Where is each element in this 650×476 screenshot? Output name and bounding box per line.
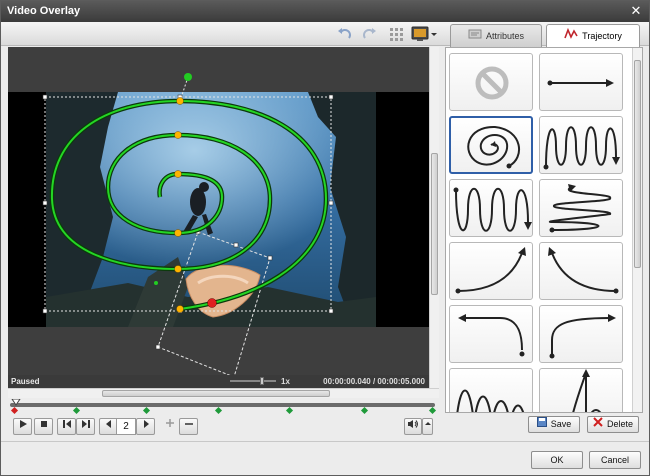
delete-button[interactable]: Delete: [587, 416, 639, 433]
curve-up-left-preset[interactable]: [539, 242, 623, 300]
keyframe-marker[interactable]: [428, 406, 437, 415]
keyframe-marker[interactable]: [10, 406, 19, 415]
stop-icon: [40, 421, 47, 427]
wave-down-icon: [453, 187, 532, 232]
curve-up-right-preset[interactable]: [449, 242, 533, 300]
delete-button-label: Delete: [606, 419, 633, 429]
add-keyframe-button[interactable]: [160, 418, 179, 435]
video-canvas[interactable]: [8, 47, 429, 380]
triangle-up-icon: [424, 422, 431, 425]
save-button[interactable]: Save: [528, 416, 580, 433]
current-position-point[interactable]: [207, 298, 217, 308]
play-icon: [19, 420, 27, 428]
spiral-icon: [467, 125, 520, 169]
no-trajectory-icon: [475, 66, 509, 100]
bounce-arrow-preset[interactable]: [539, 368, 623, 412]
title-bar: Video Overlay ✕: [1, 1, 649, 22]
remove-keyframe-button[interactable]: [179, 418, 198, 435]
video-vertical-scrollbar[interactable]: [429, 47, 439, 388]
curve-down-up-preset[interactable]: [539, 305, 623, 363]
window-title: Video Overlay: [7, 5, 81, 17]
spiral-preset[interactable]: [449, 116, 533, 174]
curve-up-right-icon: [455, 247, 526, 294]
next-frame-button[interactable]: [136, 418, 155, 435]
playback-controls: 2: [8, 418, 437, 436]
straight-line-preset[interactable]: [539, 53, 623, 111]
close-icon[interactable]: ✕: [629, 4, 643, 18]
play-button[interactable]: [13, 418, 32, 435]
toolbar: Attributes Trajectory: [1, 22, 649, 48]
curve-down-up-icon: [549, 314, 616, 359]
grid-icon[interactable]: [388, 26, 406, 42]
video-horizontal-scrollbar[interactable]: [8, 388, 439, 398]
keyframe-marker[interactable]: [142, 406, 151, 415]
preview-monitor-icon[interactable]: [411, 26, 429, 42]
keyframe-marker[interactable]: [285, 406, 294, 415]
playback-time: 00:00:00.040 / 00:00:05.000: [323, 377, 425, 386]
zoom-slider[interactable]: [230, 380, 276, 382]
trajectory-presets-panel: [445, 47, 643, 413]
attributes-icon: [468, 26, 482, 48]
player-status-bar: Paused 1x 00:00:00.040 / 00:00:05.000: [8, 375, 429, 388]
arrow-right-icon: [143, 420, 149, 428]
vertical-wave-icon: [543, 126, 620, 170]
curve-left-down-icon: [458, 314, 525, 357]
arrow-left-icon: [105, 420, 111, 428]
presets-scrollbar[interactable]: [632, 48, 642, 412]
timeline[interactable]: [8, 399, 437, 418]
keyframe-marker[interactable]: [72, 406, 81, 415]
tab-trajectory[interactable]: Trajectory: [546, 24, 640, 48]
volume-button[interactable]: [404, 418, 422, 435]
bounce-preset[interactable]: [449, 368, 533, 412]
keyframe-marker[interactable]: [360, 406, 369, 415]
minus-icon: [184, 423, 193, 425]
no-trajectory-preset[interactable]: [449, 53, 533, 111]
skip-forward-icon: [81, 420, 90, 428]
stop-button[interactable]: [34, 418, 53, 435]
plus-icon: [165, 419, 174, 427]
straight-arrow-icon: [547, 79, 614, 87]
ok-button[interactable]: OK: [531, 451, 583, 469]
undo-icon[interactable]: [336, 26, 354, 42]
bounce-icon: [456, 389, 524, 412]
tab-trajectory-label: Trajectory: [582, 31, 622, 41]
tab-attributes-label: Attributes: [485, 31, 525, 41]
save-button-label: Save: [550, 419, 572, 429]
redo-icon[interactable]: [360, 26, 378, 42]
video-overlay-window: Video Overlay ✕ Attributes Trajectory Pa…: [0, 0, 650, 476]
trajectory-icon: [564, 26, 578, 48]
playhead-marker[interactable]: [11, 399, 21, 407]
horizontal-zigzag-icon: [548, 184, 612, 233]
dropdown-arrow-icon[interactable]: [429, 26, 439, 42]
previous-keyframe-button[interactable]: [57, 418, 76, 435]
tab-attributes[interactable]: Attributes: [450, 24, 542, 47]
volume-dropdown[interactable]: [422, 418, 433, 435]
speaker-icon: [408, 420, 418, 428]
next-keyframe-button[interactable]: [76, 418, 95, 435]
footer-separator: [1, 441, 649, 442]
zoom-slider-thumb[interactable]: [260, 377, 264, 385]
zoom-level: 1x: [281, 377, 290, 386]
horizontal-zigzag-preset[interactable]: [539, 179, 623, 237]
rotation-handle[interactable]: [184, 73, 192, 81]
keyframe-marker[interactable]: [214, 406, 223, 415]
timeline-track[interactable]: [10, 403, 435, 407]
cancel-button[interactable]: Cancel: [589, 451, 641, 469]
video-preview[interactable]: [8, 47, 429, 380]
curve-up-left-icon: [548, 247, 619, 294]
playback-status: Paused: [11, 377, 40, 386]
save-icon: [536, 417, 547, 432]
vertical-wave-preset[interactable]: [539, 116, 623, 174]
bounce-arrow-icon: [572, 369, 601, 412]
delete-icon: [593, 417, 603, 432]
curve-left-down-preset[interactable]: [449, 305, 533, 363]
wave-down-preset[interactable]: [449, 179, 533, 237]
frame-number-field[interactable]: 2: [116, 418, 136, 435]
skip-back-icon: [62, 420, 71, 428]
